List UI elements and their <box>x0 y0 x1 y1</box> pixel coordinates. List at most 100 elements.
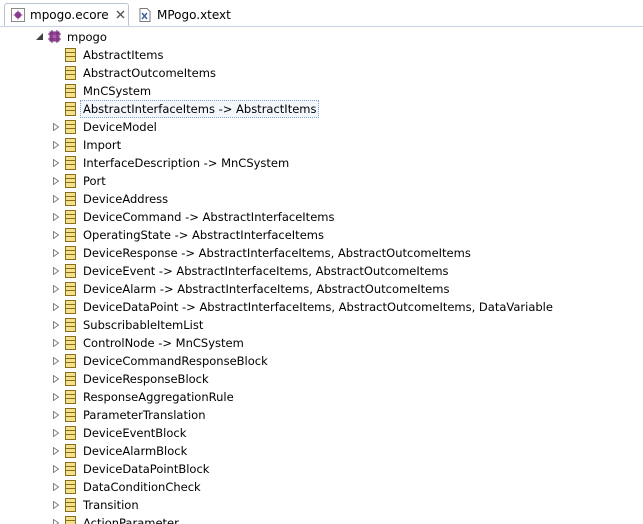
tree-item-label: AbstractOutcomeItems <box>83 66 216 80</box>
tree-item-label: SubscribableItemList <box>83 318 204 332</box>
tab-label: MPogo.xtext <box>157 7 231 22</box>
tree-item[interactable]: DeviceDataPointBlock <box>0 460 643 478</box>
collapsed-arrow-icon[interactable] <box>52 465 60 473</box>
tab-label: mpogo.ecore <box>30 7 109 22</box>
tab-mpogo-xtext[interactable]: MPogo.xtext <box>132 3 242 26</box>
ecore-model-icon <box>11 7 25 22</box>
collapsed-arrow-icon[interactable] <box>52 159 60 167</box>
tree-item[interactable]: AbstractItems <box>0 46 643 64</box>
eclass-icon <box>65 102 76 116</box>
ecore-tree-view: mpogo AbstractItems AbstractOutcomeItems M… <box>0 28 643 524</box>
tree-item-label: DeviceCommandResponseBlock <box>83 354 268 368</box>
collapsed-arrow-icon[interactable] <box>52 303 60 311</box>
collapsed-arrow-icon[interactable] <box>52 231 60 239</box>
tree-item-label: DeviceResponseBlock <box>83 372 209 386</box>
collapsed-arrow-icon[interactable] <box>52 339 60 347</box>
editor-tab-bar: mpogo.ecore MPogo.xtext <box>0 0 643 28</box>
tree-item[interactable]: MnCSystem <box>0 82 643 100</box>
tree-item[interactable]: DeviceResponse -> AbstractInterfaceItems… <box>0 244 643 262</box>
tab-mpogo-ecore[interactable]: mpogo.ecore <box>4 3 129 26</box>
tree-item[interactable]: DeviceAlarm -> AbstractInterfaceItems, A… <box>0 280 643 298</box>
eclass-icon <box>65 84 76 98</box>
tree-item-label: Transition <box>83 498 139 512</box>
collapsed-arrow-icon[interactable] <box>52 141 60 149</box>
eclass-icon <box>65 228 76 242</box>
eclass-icon <box>65 66 76 80</box>
tree-item[interactable]: AbstractInterfaceItems -> AbstractItems <box>0 100 643 118</box>
tab-bar-divider <box>0 26 643 27</box>
tree-item[interactable]: DeviceResponseBlock <box>0 370 643 388</box>
tree-item-label: MnCSystem <box>83 84 152 98</box>
collapsed-arrow-icon[interactable] <box>52 501 60 509</box>
collapsed-arrow-icon[interactable] <box>52 393 60 401</box>
tree-item[interactable]: DeviceCommandResponseBlock <box>0 352 643 370</box>
tree-item[interactable]: ParameterTranslation <box>0 406 643 424</box>
tree-item[interactable]: OperatingState -> AbstractInterfaceItems <box>0 226 643 244</box>
collapsed-arrow-icon[interactable] <box>52 429 60 437</box>
close-icon[interactable] <box>115 9 126 20</box>
tree-item[interactable]: DeviceDataPoint -> AbstractInterfaceItem… <box>0 298 643 316</box>
tree-item-label: ActionParameter <box>83 516 179 524</box>
xtext-file-icon <box>139 7 151 22</box>
tree-item[interactable]: DeviceAddress <box>0 190 643 208</box>
collapsed-arrow-icon[interactable] <box>52 483 60 491</box>
eclass-icon <box>65 444 76 458</box>
tree-item-label: DeviceAlarmBlock <box>83 444 188 458</box>
collapsed-arrow-icon[interactable] <box>52 375 60 383</box>
tree-item-label: AbstractItems <box>83 48 164 62</box>
collapsed-arrow-icon[interactable] <box>52 267 60 275</box>
collapsed-arrow-icon[interactable] <box>52 357 60 365</box>
tree-item-label: DeviceEvent -> AbstractInterfaceItems, A… <box>83 264 449 278</box>
tree-item[interactable]: Import <box>0 136 643 154</box>
tree-item-label: DeviceAddress <box>83 192 169 206</box>
collapsed-arrow-icon[interactable] <box>52 249 60 257</box>
tree-item[interactable]: InterfaceDescription -> MnCSystem <box>0 154 643 172</box>
tree-item-label: DataConditionCheck <box>83 480 201 494</box>
collapsed-arrow-icon[interactable] <box>52 213 60 221</box>
tree-item-label: Import <box>83 138 122 152</box>
eclass-icon <box>65 336 76 350</box>
eclass-icon <box>65 372 76 386</box>
expanded-arrow-icon[interactable] <box>35 32 44 41</box>
tree-item-label: ControlNode -> MnCSystem <box>83 336 244 350</box>
tree-item[interactable]: ControlNode -> MnCSystem <box>0 334 643 352</box>
tree-item[interactable]: DeviceModel <box>0 118 643 136</box>
tree-item-label: OperatingState -> AbstractInterfaceItems <box>83 228 324 242</box>
tree-item-label: InterfaceDescription -> MnCSystem <box>83 156 290 170</box>
eclass-icon <box>65 462 76 476</box>
eclass-icon <box>65 192 76 206</box>
eclass-icon <box>65 282 76 296</box>
tree-item-label: DeviceDataPoint -> AbstractInterfaceItem… <box>83 300 553 314</box>
collapsed-arrow-icon[interactable] <box>52 123 60 131</box>
package-icon <box>48 30 61 43</box>
tree-item-label: DeviceResponse -> AbstractInterfaceItems… <box>83 246 471 260</box>
tree-item-label: ParameterTranslation <box>83 408 206 422</box>
tree-item-label: DeviceCommand -> AbstractInterfaceItems <box>83 210 335 224</box>
tree-item[interactable]: DeviceAlarmBlock <box>0 442 643 460</box>
tree-item[interactable]: Port <box>0 172 643 190</box>
collapsed-arrow-icon[interactable] <box>52 411 60 419</box>
collapsed-arrow-icon[interactable] <box>52 519 60 524</box>
eclass-icon <box>65 480 76 494</box>
tree-item-label: DeviceEventBlock <box>83 426 187 440</box>
tree-item[interactable]: SubscribableItemList <box>0 316 643 334</box>
collapsed-arrow-icon[interactable] <box>52 321 60 329</box>
tree-item[interactable]: Transition <box>0 496 643 514</box>
eclass-icon <box>65 354 76 368</box>
eclass-icon <box>65 318 76 332</box>
tree-item[interactable]: DeviceEvent -> AbstractInterfaceItems, A… <box>0 262 643 280</box>
tree-item[interactable]: ActionParameter <box>0 514 643 524</box>
eclass-icon <box>65 516 76 524</box>
tree-item[interactable]: DataConditionCheck <box>0 478 643 496</box>
collapsed-arrow-icon[interactable] <box>52 285 60 293</box>
collapsed-arrow-icon[interactable] <box>52 195 60 203</box>
tree-item[interactable]: DeviceCommand -> AbstractInterfaceItems <box>0 208 643 226</box>
tree-item[interactable]: ResponseAggregationRule <box>0 388 643 406</box>
eclass-icon <box>65 408 76 422</box>
eclass-icon <box>65 300 76 314</box>
tree-item-label: DeviceDataPointBlock <box>83 462 210 476</box>
collapsed-arrow-icon[interactable] <box>52 177 60 185</box>
tree-item[interactable]: DeviceEventBlock <box>0 424 643 442</box>
tree-item[interactable]: AbstractOutcomeItems <box>0 64 643 82</box>
collapsed-arrow-icon[interactable] <box>52 447 60 455</box>
